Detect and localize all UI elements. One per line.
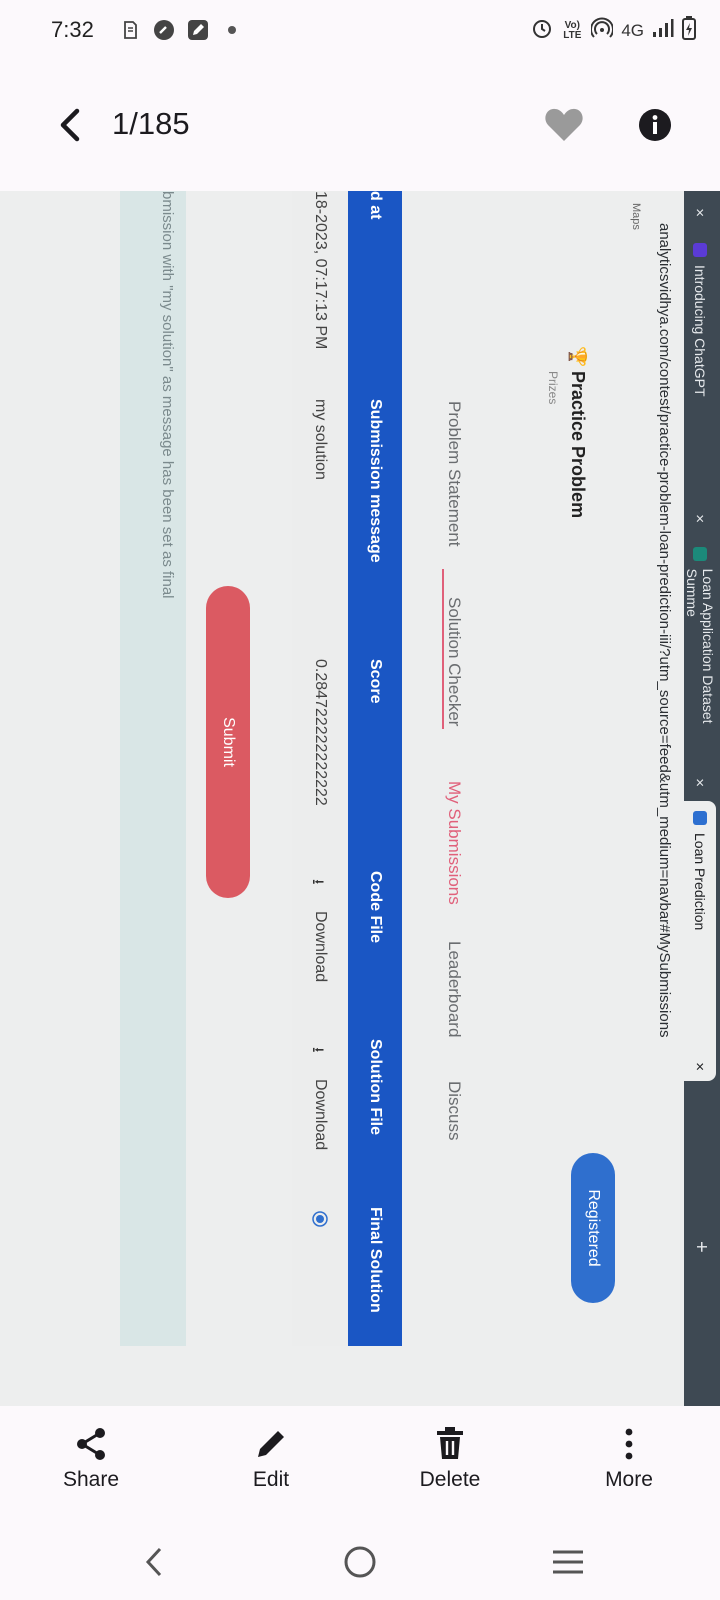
heart-icon xyxy=(545,108,583,141)
status-left-icons xyxy=(118,18,244,42)
final-solution-radio[interactable] xyxy=(307,1211,328,1227)
back-button[interactable] xyxy=(46,102,92,148)
delete-label: Delete xyxy=(419,1468,481,1491)
home-nav-button[interactable] xyxy=(330,1542,390,1582)
delete-button[interactable]: Delete xyxy=(385,1424,515,1504)
header-submission-message: Submission message xyxy=(367,399,384,563)
header-code-file: Code File xyxy=(367,871,384,944)
submit-button[interactable]: Submit xyxy=(206,586,250,898)
alarm-icon xyxy=(531,17,553,44)
favicon-icon xyxy=(693,811,707,825)
final-submission-notice: bmission with "my solution" as message h… xyxy=(120,191,186,1346)
tab-label: Loan Application Dataset Summe xyxy=(684,568,716,724)
tab-my-submissions[interactable]: My Submissions xyxy=(444,781,464,905)
cell-submitted-at: 18-2023, 07:17:13 PM xyxy=(312,191,329,350)
info-button[interactable] xyxy=(632,102,678,148)
network-type: 4G xyxy=(621,20,644,40)
code-file-download-link[interactable]: Download xyxy=(311,911,329,982)
tab-discuss[interactable]: Discuss xyxy=(444,1081,464,1141)
tab-label: Introducing ChatGPT xyxy=(692,265,708,397)
header-submitted-at: d at xyxy=(367,191,384,220)
url-text: analyticsvidhya.com/contest/practice-pro… xyxy=(656,223,673,1038)
notice-text: bmission with "my solution" as message h… xyxy=(159,191,176,599)
favicon-icon xyxy=(693,547,707,561)
clock-app-icon xyxy=(152,18,176,42)
cell-score: 0.284722222222222 xyxy=(312,659,329,806)
home-nav-icon xyxy=(344,1546,376,1578)
tab-problem-statement[interactable]: Problem Statement xyxy=(444,401,464,547)
photo-content: × Introducing ChatGPT × Loan Application… xyxy=(0,191,720,1406)
share-icon xyxy=(77,1428,105,1460)
browser-tab-partial[interactable]: × xyxy=(684,191,716,227)
submissions-table-header: d at Submission message Score Code File … xyxy=(348,191,402,1346)
volte-icon: Vo) LTE xyxy=(563,19,582,41)
edit-label: Edit xyxy=(252,1468,290,1491)
header-solution-file: Solution File xyxy=(367,1039,384,1135)
status-right-icons: Vo) LTE 4G xyxy=(531,16,696,45)
back-nav-icon xyxy=(145,1547,162,1577)
info-icon xyxy=(639,109,671,141)
battery-icon xyxy=(682,16,696,45)
signal-icon xyxy=(652,18,674,43)
chevron-left-icon xyxy=(60,108,80,142)
prizes-link[interactable]: Prizes xyxy=(546,371,560,404)
more-button[interactable]: More xyxy=(564,1424,694,1504)
share-label: Share xyxy=(62,1468,120,1491)
solution-file-download-link[interactable]: Download xyxy=(311,1079,329,1150)
hotspot-icon xyxy=(590,17,615,44)
address-bar[interactable]: analyticsvidhya.com/contest/practice-pro… xyxy=(644,191,684,1406)
tab-label: Loan Prediction xyxy=(692,833,708,931)
recents-nav-button[interactable] xyxy=(538,1542,598,1582)
status-time: 7:32 xyxy=(51,17,94,42)
image-counter: 1/185 xyxy=(112,106,190,141)
share-button[interactable]: Share xyxy=(26,1424,156,1504)
tab-solution-checker[interactable]: Solution Checker xyxy=(444,597,464,726)
dot-icon xyxy=(220,18,244,42)
tab-close-icon[interactable]: × xyxy=(692,208,709,217)
edit-app-icon xyxy=(186,18,210,42)
trash-icon xyxy=(437,1427,463,1459)
page-title: Practice Problem xyxy=(568,371,588,519)
system-nav-bar xyxy=(0,1530,720,1600)
edit-button[interactable]: Edit xyxy=(206,1424,336,1504)
top-app-bar: 1/185 xyxy=(0,80,720,172)
tab-close-icon[interactable]: × xyxy=(692,778,709,787)
cell-message: my solution xyxy=(312,399,329,480)
bottom-action-bar: Share Edit Delete More xyxy=(0,1406,720,1526)
recents-nav-icon xyxy=(553,1550,583,1574)
tab-leaderboard[interactable]: Leaderboard xyxy=(444,941,464,1037)
more-vertical-icon xyxy=(625,1428,633,1460)
header-score: Score xyxy=(367,659,384,704)
more-label: More xyxy=(605,1468,653,1491)
status-bar: 7:32 Vo) LTE 4G xyxy=(0,0,720,62)
browser-tab[interactable]: Loan Application Dataset Summe × xyxy=(684,537,716,797)
back-nav-button[interactable] xyxy=(124,1542,184,1582)
table-row: 18-2023, 07:17:13 PM my solution 0.28472… xyxy=(292,191,348,1346)
tab-close-icon[interactable]: × xyxy=(692,514,709,523)
favicon-icon xyxy=(693,243,707,257)
favorite-button[interactable] xyxy=(539,102,589,148)
browser-tab-strip: × Introducing ChatGPT × Loan Application… xyxy=(684,191,720,1406)
download-icon[interactable]: ⭳ xyxy=(302,1047,329,1053)
selected-tab-underline xyxy=(442,569,444,729)
pencil-icon xyxy=(258,1431,284,1457)
sim-icon xyxy=(118,18,142,42)
browser-tab[interactable]: Introducing ChatGPT × xyxy=(684,233,716,533)
registered-button[interactable]: Registered xyxy=(571,1153,615,1303)
header-final-solution: Final Solution xyxy=(367,1207,384,1313)
new-tab-button[interactable]: + xyxy=(689,1241,712,1253)
browser-tab-active[interactable]: Loan Prediction × xyxy=(684,801,716,1081)
trophy-icon: 🏆 xyxy=(568,346,587,368)
download-icon[interactable]: ⭳ xyxy=(302,879,329,885)
photo-viewer[interactable]: × Introducing ChatGPT × Loan Application… xyxy=(0,191,720,1406)
tab-close-icon[interactable]: × xyxy=(692,1062,709,1071)
bookmark-maps[interactable]: Maps xyxy=(630,203,642,230)
